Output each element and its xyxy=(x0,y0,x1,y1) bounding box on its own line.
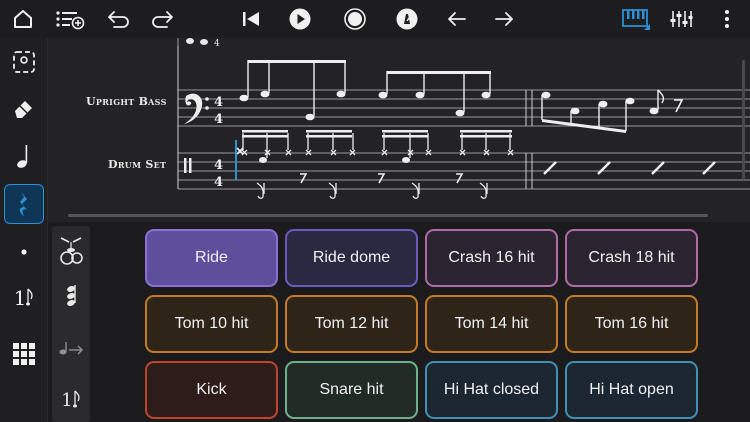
pad-hi-hat-closed[interactable]: Hi Hat closed xyxy=(425,361,558,419)
mixer-icon[interactable] xyxy=(666,4,696,34)
record-icon[interactable] xyxy=(340,4,370,34)
stacked-notes-icon[interactable] xyxy=(56,278,86,314)
top-toolbar xyxy=(0,0,750,38)
pad-label: Hi Hat open xyxy=(589,381,674,398)
svg-text:4: 4 xyxy=(214,112,223,127)
metronome-icon[interactable] xyxy=(392,4,422,34)
pad-tom-16-hit[interactable]: Tom 16 hit xyxy=(565,295,698,353)
pad-hi-hat-open[interactable]: Hi Hat open xyxy=(565,361,698,419)
svg-text:4: 4 xyxy=(214,158,223,173)
pad-snare-hit[interactable]: Snare hit xyxy=(285,361,418,419)
pad-label: Tom 16 hit xyxy=(594,315,669,332)
pad-label: Tom 14 hit xyxy=(454,315,529,332)
redo-icon[interactable] xyxy=(147,4,177,34)
track-list-add-icon[interactable] xyxy=(55,4,85,34)
pad-tom-14-hit[interactable]: Tom 14 hit xyxy=(425,295,558,353)
tuplet-duration-icon[interactable]: 1 xyxy=(56,382,86,418)
pad-crash-18-hit[interactable]: Crash 18 hit xyxy=(565,229,698,287)
pad-label: Crash 18 hit xyxy=(588,249,675,266)
input-panel: 1 Ride Ride dome Crash 16 hit Crash 18 h… xyxy=(48,222,750,422)
pad-label: Kick xyxy=(196,381,227,398)
pad-label: Crash 16 hit xyxy=(448,249,535,266)
note-arrow-icon[interactable] xyxy=(56,332,86,368)
pad-kick[interactable]: Kick xyxy=(145,361,278,419)
tool-sidebar: 1 xyxy=(0,38,48,422)
pad-tom-12-hit[interactable]: Tom 12 hit xyxy=(285,295,418,353)
svg-text:4: 4 xyxy=(214,39,220,49)
vertical-scrollbar[interactable] xyxy=(742,60,745,180)
dot-icon[interactable] xyxy=(4,232,44,272)
tuplet-icon[interactable]: 1 xyxy=(4,278,44,318)
undo-icon[interactable] xyxy=(104,4,134,34)
arrow-right-icon[interactable] xyxy=(489,4,519,34)
pad-label: Tom 10 hit xyxy=(174,315,249,332)
quarter-note-icon[interactable] xyxy=(4,136,44,176)
score-staves: 4 4 4 4 4 xyxy=(177,38,750,199)
horizontal-scrollbar[interactable] xyxy=(68,214,708,217)
more-vertical-icon[interactable] xyxy=(712,4,742,34)
pad-ride-dome[interactable]: Ride dome xyxy=(285,229,418,287)
pad-label: Hi Hat closed xyxy=(443,381,540,398)
quarter-rest-icon[interactable] xyxy=(4,184,44,224)
tuplet-duration-label: 1 xyxy=(61,389,73,411)
selection-icon[interactable] xyxy=(4,42,44,82)
arrow-left-icon[interactable] xyxy=(442,4,472,34)
svg-text:4: 4 xyxy=(214,95,223,110)
pad-crash-16-hit[interactable]: Crash 16 hit xyxy=(425,229,558,287)
piano-keyboard-icon[interactable] xyxy=(618,4,654,34)
pad-ride[interactable]: Ride xyxy=(145,229,278,287)
play-icon[interactable] xyxy=(285,4,315,34)
grid-icon[interactable] xyxy=(4,334,44,374)
drum-kit-icon[interactable] xyxy=(56,232,86,268)
pad-label: Snare hit xyxy=(319,381,384,398)
pad-label: Ride dome xyxy=(312,249,391,266)
pad-tom-10-hit[interactable]: Tom 10 hit xyxy=(145,295,278,353)
pad-label: Tom 12 hit xyxy=(314,315,389,332)
pad-label: Ride xyxy=(195,249,228,266)
tuplet-label: 1 xyxy=(13,286,27,310)
eraser-icon[interactable] xyxy=(4,88,44,128)
score-view[interactable]: Upright Bass Drum Set 4 4 4 4 4 xyxy=(48,38,750,222)
home-icon[interactable] xyxy=(8,4,38,34)
svg-text:4: 4 xyxy=(214,175,223,190)
drum-tools-column: 1 xyxy=(52,226,90,422)
skip-to-start-icon[interactable] xyxy=(236,4,266,34)
